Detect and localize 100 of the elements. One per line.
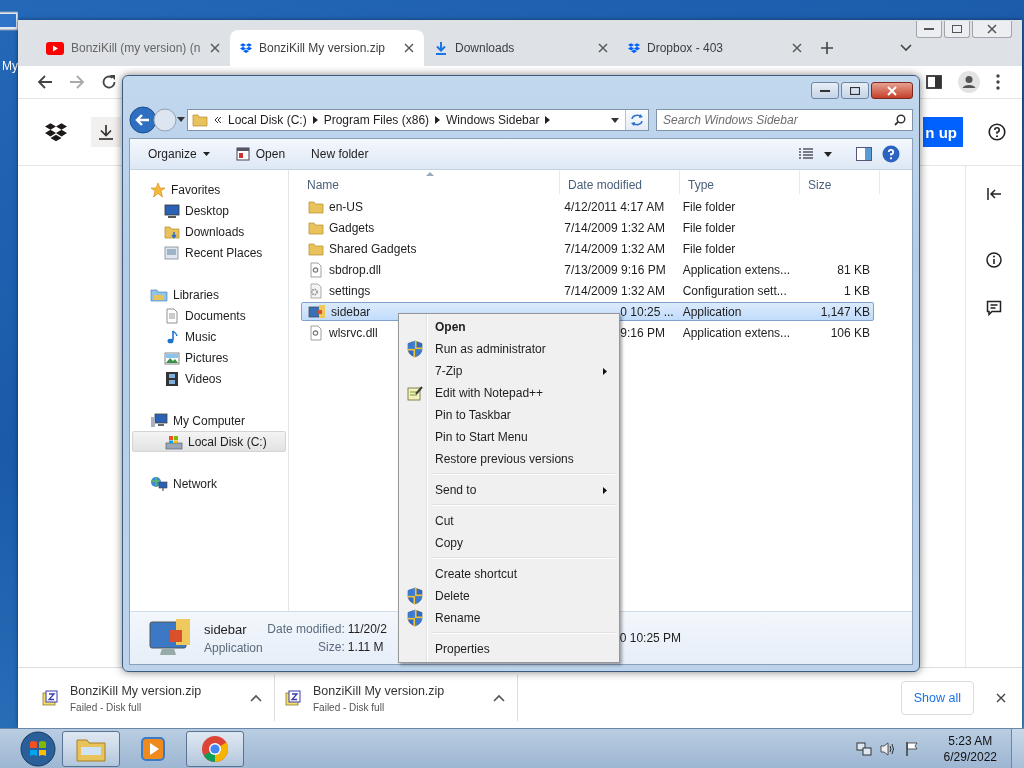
nav-item[interactable]: Local Disk (C:) [132,431,286,452]
menu-item[interactable]: Restore previous versions [401,448,617,470]
info-icon[interactable] [986,252,1002,268]
folder-icon [192,112,208,128]
arrow-right-icon[interactable] [312,116,318,124]
menu-item[interactable]: Properties [401,638,617,660]
sign-up-button[interactable]: n up [923,117,963,147]
details-file-type: Application [204,640,263,655]
show-desktop-button[interactable] [1011,729,1024,768]
file-size: 106 KB [830,325,870,340]
profile-icon[interactable] [958,71,980,93]
menu-item[interactable]: Pin to Taskbar [401,404,617,426]
maximize-button[interactable] [944,21,970,38]
start-button[interactable] [20,730,56,767]
tab-search-icon[interactable] [900,44,912,52]
clock-date[interactable]: 6/29/2022 [943,749,997,764]
preview-pane-icon[interactable] [856,147,872,161]
show-all-button[interactable]: Show all [900,681,974,715]
reload-icon[interactable] [101,74,117,90]
search-field[interactable]: Search Windows Sidebar [656,109,913,131]
nav-item[interactable]: Network [132,473,286,494]
taskbar-button[interactable] [62,730,120,767]
file-date: 7/14/2009 1:32 AM [564,220,666,235]
column-header[interactable]: Type [680,170,800,194]
desktop-icon-label[interactable]: My [2,59,18,73]
menu-icon[interactable] [996,74,1000,90]
browser-tab[interactable]: BonziKill (my version) (n [36,30,230,66]
close-icon[interactable] [404,43,414,53]
help-icon[interactable] [988,123,1006,141]
menu-item[interactable]: Rename [401,607,617,629]
chevron-up-icon[interactable] [493,694,505,702]
close-icon[interactable] [792,43,802,53]
taskbar-button[interactable] [186,730,244,767]
nav-item[interactable]: Favorites [132,179,286,200]
nav-item[interactable]: Downloads [132,221,286,242]
file-type: Application extens... [682,262,791,277]
details-value: 0 10:25 PM [619,631,682,645]
browser-tab[interactable]: Dropbox - 403 [618,30,812,66]
menu-item[interactable]: Run as administrator [401,338,617,360]
close-button[interactable] [972,21,1012,38]
arrow-right-icon[interactable] [545,116,551,124]
minimize-button[interactable] [916,21,942,38]
details-value: 11/20/2 [347,622,387,636]
nav-item[interactable]: Music [132,326,286,347]
network-icon[interactable] [855,740,872,757]
download-item[interactable]: BonziKill My version.zip Failed - Disk full [275,675,518,721]
side-panel-icon[interactable] [926,74,942,90]
back-icon[interactable] [37,74,53,90]
flag-icon[interactable] [903,740,920,757]
close-button[interactable] [871,82,913,99]
nav-item[interactable]: Recent Places [132,242,286,263]
menu-item[interactable]: Send to [401,479,617,501]
nav-item[interactable]: Videos [132,368,286,389]
collapse-icon[interactable] [986,186,1002,202]
address-bar[interactable]: Local Disk (C:) Program Files (x86) Windows Sidebar [187,109,649,131]
close-icon[interactable] [598,43,608,53]
refresh-button[interactable] [625,110,648,130]
file-size: 81 KB [837,262,870,277]
menu-item[interactable]: 7-Zip [401,360,617,382]
menu-item[interactable]: Pin to Start Menu [401,426,617,448]
toolbar-button[interactable]: Open [227,143,294,165]
caret-icon[interactable] [824,151,832,157]
clock-time[interactable]: 5:23 AM [948,733,993,748]
toolbar-button[interactable]: New folder [303,143,377,165]
menu-item[interactable]: Cut [401,510,617,532]
breadcrumb[interactable]: Program Files (x86) [323,113,430,127]
volume-icon[interactable] [879,740,896,757]
view-list-icon[interactable] [798,148,814,160]
close-icon[interactable] [996,693,1006,703]
nav-item[interactable]: My Computer [132,410,286,431]
browser-tab[interactable]: BonziKill My version.zip [230,30,424,66]
nav-item[interactable]: Documents [132,305,286,326]
back-button[interactable] [129,106,157,134]
download-item[interactable]: BonziKill My version.zip Failed - Disk full [32,675,275,721]
new-tab-icon[interactable] [820,41,834,55]
download-button[interactable] [91,117,121,147]
menu-item[interactable]: Create shortcut [401,563,617,585]
forward-button[interactable] [153,108,177,132]
menu-item[interactable]: Edit with Notepad++ [401,382,617,404]
history-dropdown-icon[interactable] [177,117,185,123]
breadcrumb[interactable]: Windows Sidebar [446,113,540,127]
browser-tab[interactable]: Downloads [424,30,618,66]
menu-item[interactable]: Copy [401,532,617,554]
breadcrumb[interactable]: Local Disk (C:) [228,113,307,127]
close-icon[interactable] [210,43,220,53]
dropdown-icon[interactable] [611,117,619,123]
toolbar-button[interactable]: Organize [140,143,218,165]
nav-item[interactable]: Pictures [132,347,286,368]
nav-item[interactable]: Desktop [132,200,286,221]
menu-item[interactable]: Delete [401,585,617,607]
chevron-up-icon[interactable] [250,694,262,702]
column-header[interactable]: Size [800,170,880,194]
star-icon [150,181,166,198]
arrow-right-icon[interactable] [435,116,441,124]
nav-item[interactable]: Libraries [132,284,286,305]
maximize-button[interactable] [841,82,869,99]
comment-icon[interactable] [986,300,1002,316]
column-header[interactable]: Date modified [560,170,680,194]
minimize-button[interactable] [811,82,839,99]
search-icon[interactable] [894,114,906,126]
